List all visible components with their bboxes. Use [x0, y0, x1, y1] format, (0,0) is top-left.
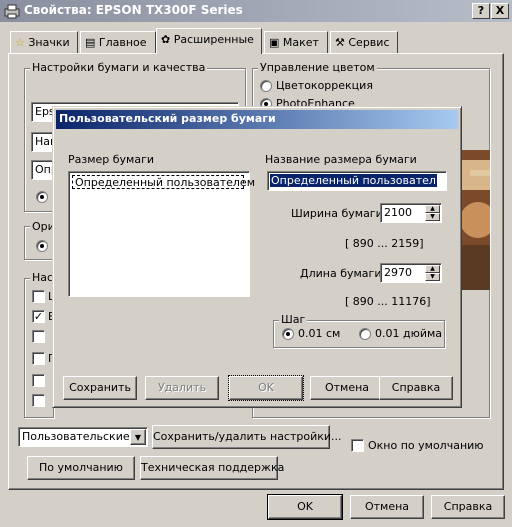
tab-layout[interactable]: ▣ Макет [264, 31, 328, 53]
wrench-icon: ⚒ [335, 36, 345, 49]
default-window-checkbox[interactable] [351, 439, 364, 452]
cancel-button[interactable]: Отмена [350, 495, 424, 519]
list-item[interactable]: Определенный пользователем [72, 175, 255, 189]
title-bar: Свойства: EPSON TX300F Series ? X [0, 0, 512, 22]
custom-paper-size-dialog: Пользовательский размер бумаги Размер бу… [52, 106, 462, 408]
paper-size-label: Размер бумаги [68, 153, 155, 166]
window-title: Свойства: EPSON TX300F Series [24, 3, 243, 17]
advanced-icon: ✿ [161, 33, 171, 46]
spin-up-icon[interactable]: ▲ [425, 205, 440, 213]
tab-service[interactable]: ⚒ Сервис [330, 31, 398, 53]
help-title-button[interactable]: ? [472, 3, 490, 19]
spin-down-icon[interactable]: ▼ [425, 273, 440, 281]
save-delete-settings-button[interactable]: Сохранить/удалить настройки... [152, 425, 342, 449]
dialog-ok-button[interactable]: OK [228, 375, 304, 401]
step-inch-label: 0.01 дюйма [375, 327, 443, 340]
default-window-label: Окно по умолчанию [368, 439, 484, 452]
preset-select[interactable]: Пользовательские ▼ [18, 427, 148, 447]
length-label: Длина бумаги [300, 267, 382, 280]
tab-icons[interactable]: ☆ Значки [10, 31, 78, 53]
dialog-cancel-button[interactable]: Отмена [310, 376, 384, 400]
star-icon: ☆ [15, 36, 25, 49]
save-button[interactable]: Сохранить [63, 376, 137, 400]
tab-main[interactable]: ▤ Главное [80, 31, 156, 53]
paper-name-input[interactable]: Определенный пользовател [267, 171, 447, 191]
quality-radio[interactable] [36, 191, 48, 203]
close-button[interactable]: X [491, 3, 509, 19]
step-inch-radio[interactable] [359, 328, 371, 340]
dialog-title-bar: Пользовательский размер бумаги [56, 110, 458, 129]
length-spinner[interactable]: ▲ ▼ [425, 265, 440, 281]
paper-name-label: Название размера бумаги [265, 153, 417, 166]
step-cm-label: 0.01 см [298, 327, 341, 340]
width-spinner[interactable]: ▲ ▼ [425, 205, 440, 221]
extra-check-1[interactable] [32, 290, 45, 303]
layout-icon: ▣ [269, 36, 280, 49]
chevron-down-icon[interactable]: ▼ [130, 429, 146, 445]
paper-size-list[interactable]: Определенный пользователем [68, 171, 255, 297]
step-group-label: Шаг [279, 313, 308, 326]
tech-support-button[interactable]: Техническая поддержка [140, 456, 284, 480]
length-input[interactable]: 2970 ▲ ▼ [380, 263, 442, 283]
spin-up-icon[interactable]: ▲ [425, 265, 440, 273]
color-correction-radio[interactable] [260, 80, 272, 92]
width-label: Ширина бумаги [291, 207, 383, 220]
preview-photo [460, 150, 490, 290]
extra-check-5[interactable] [32, 374, 45, 387]
extra-check-4[interactable] [32, 352, 45, 365]
ok-button[interactable]: OK [267, 494, 343, 520]
printer-icon: ▤ [85, 36, 96, 49]
extra-check-2[interactable]: ✓ [32, 310, 45, 323]
step-cm-radio[interactable] [282, 328, 294, 340]
length-range: [ 890 ... 11176] [345, 295, 431, 308]
width-range: [ 890 ... 2159] [345, 237, 424, 250]
delete-button[interactable]: Удалить [145, 376, 219, 400]
color-correction-label: Цветокоррекция [276, 79, 373, 92]
printer-icon [4, 4, 20, 19]
width-input[interactable]: 2100 ▲ ▼ [380, 203, 442, 223]
dialog-title: Пользовательский размер бумаги [59, 112, 276, 125]
defaults-button[interactable]: По умолчанию [27, 456, 135, 480]
dialog-help-button[interactable]: Справка [379, 376, 453, 400]
paper-quality-label: Настройки бумаги и качества [30, 61, 208, 74]
orientation-radio[interactable] [36, 240, 48, 252]
color-management-label: Управление цветом [258, 61, 377, 74]
help-button[interactable]: Справка [431, 495, 505, 519]
tab-advanced[interactable]: ✿ Расширенные [156, 28, 262, 54]
spin-down-icon[interactable]: ▼ [425, 213, 440, 221]
extra-check-3[interactable] [32, 330, 45, 343]
extra-check-6[interactable] [32, 394, 45, 407]
